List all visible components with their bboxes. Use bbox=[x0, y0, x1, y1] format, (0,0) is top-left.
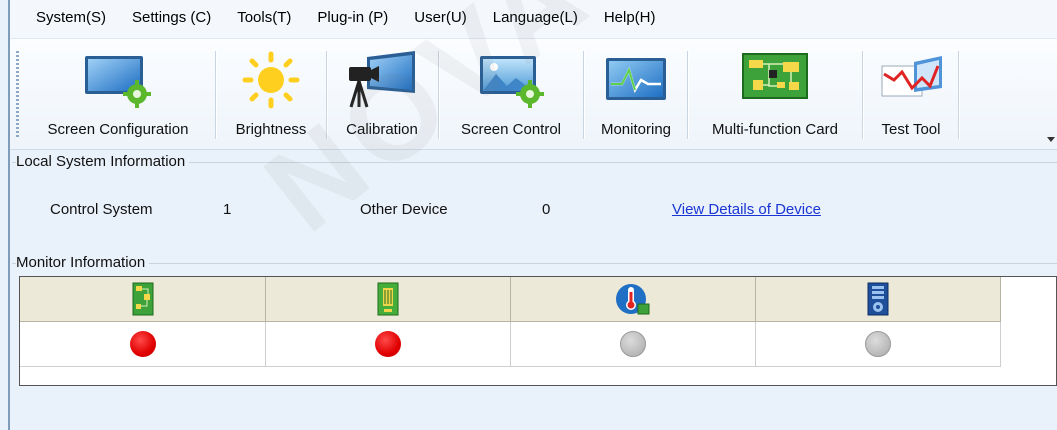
sun-icon bbox=[241, 47, 301, 113]
menu-tools[interactable]: Tools(T) bbox=[224, 0, 304, 38]
test-tool-label: Test Tool bbox=[881, 121, 941, 138]
camera-icon bbox=[345, 47, 419, 113]
calibration-label: Calibration bbox=[346, 121, 418, 138]
monitor-status-row bbox=[20, 322, 1001, 367]
status-cell bbox=[266, 322, 511, 366]
screen-control-label: Screen Control bbox=[460, 121, 562, 138]
brightness-button[interactable]: Brightness bbox=[221, 47, 321, 143]
sending-card-icon bbox=[377, 282, 399, 316]
menu-language[interactable]: Language(L) bbox=[480, 0, 591, 38]
brightness-label: Brightness bbox=[235, 121, 307, 138]
toolbar-separator bbox=[583, 51, 585, 139]
view-details-link[interactable]: View Details of Device bbox=[672, 201, 821, 218]
screen-config-icon bbox=[81, 47, 155, 113]
multi-function-card-label: Multi-function Card bbox=[712, 121, 838, 138]
temperature-icon bbox=[616, 284, 650, 315]
chart-test-icon bbox=[876, 47, 946, 113]
screen-control-button[interactable]: Screen Control bbox=[444, 47, 578, 143]
receiving-card-icon bbox=[132, 282, 153, 316]
receiving-card-status-indicator bbox=[129, 331, 156, 357]
temperature-column[interactable] bbox=[511, 277, 756, 321]
menu-plugin[interactable]: Plug-in (P) bbox=[304, 0, 401, 38]
monitor-table bbox=[19, 276, 1057, 386]
screen-configuration-button[interactable]: Screen Configuration bbox=[26, 47, 210, 143]
sending-card-status-indicator bbox=[375, 331, 401, 357]
monitoring-button[interactable]: Monitoring bbox=[589, 47, 683, 143]
monitor-title: Monitor Information bbox=[16, 254, 150, 271]
power-module-icon bbox=[867, 282, 889, 316]
calibration-button[interactable]: Calibration bbox=[332, 47, 432, 143]
toolbar-separator bbox=[215, 51, 217, 139]
toolbar: Screen Configuration Brightness Calibrat… bbox=[10, 39, 1057, 150]
toolbar-separator bbox=[326, 51, 328, 139]
screen-control-icon bbox=[474, 47, 548, 113]
power-module-status-indicator bbox=[865, 331, 891, 357]
test-tool-button[interactable]: Test Tool bbox=[868, 47, 954, 143]
toolbar-overflow-icon[interactable] bbox=[1047, 137, 1055, 142]
toolbar-separator bbox=[687, 51, 689, 139]
control-system-value: 1 bbox=[223, 201, 232, 218]
temperature-status-indicator bbox=[620, 331, 646, 357]
toolbar-grip[interactable] bbox=[16, 51, 19, 137]
toolbar-separator bbox=[958, 51, 960, 139]
status-cell bbox=[20, 322, 266, 366]
local-system-title: Local System Information bbox=[16, 153, 190, 170]
other-device-label: Other Device bbox=[360, 201, 448, 218]
app-window: System(S) Settings (C) Tools(T) Plug-in … bbox=[10, 0, 1057, 430]
menu-user[interactable]: User(U) bbox=[401, 0, 480, 38]
status-cell bbox=[511, 322, 756, 366]
monitor-group: Monitor Information bbox=[12, 254, 1057, 274]
menu-help[interactable]: Help(H) bbox=[591, 0, 669, 38]
receiving-card-column[interactable] bbox=[20, 277, 266, 321]
monitor-wave-icon bbox=[602, 47, 670, 113]
circuit-board-icon bbox=[739, 47, 811, 113]
menu-system[interactable]: System(S) bbox=[10, 0, 119, 38]
monitor-table-header bbox=[20, 277, 1001, 322]
local-system-group: Local System Information bbox=[12, 153, 1057, 249]
menu-settings[interactable]: Settings (C) bbox=[119, 0, 224, 38]
toolbar-separator bbox=[862, 51, 864, 139]
power-module-column[interactable] bbox=[756, 277, 1001, 321]
status-cell bbox=[756, 322, 1001, 366]
sending-card-column[interactable] bbox=[266, 277, 511, 321]
multi-function-card-button[interactable]: Multi-function Card bbox=[693, 47, 857, 143]
other-device-value: 0 bbox=[542, 201, 551, 218]
monitoring-label: Monitoring bbox=[600, 121, 672, 138]
toolbar-separator bbox=[438, 51, 440, 139]
control-system-label: Control System bbox=[50, 201, 153, 218]
menu-bar: System(S) Settings (C) Tools(T) Plug-in … bbox=[10, 0, 1057, 39]
screen-configuration-label: Screen Configuration bbox=[47, 121, 189, 138]
